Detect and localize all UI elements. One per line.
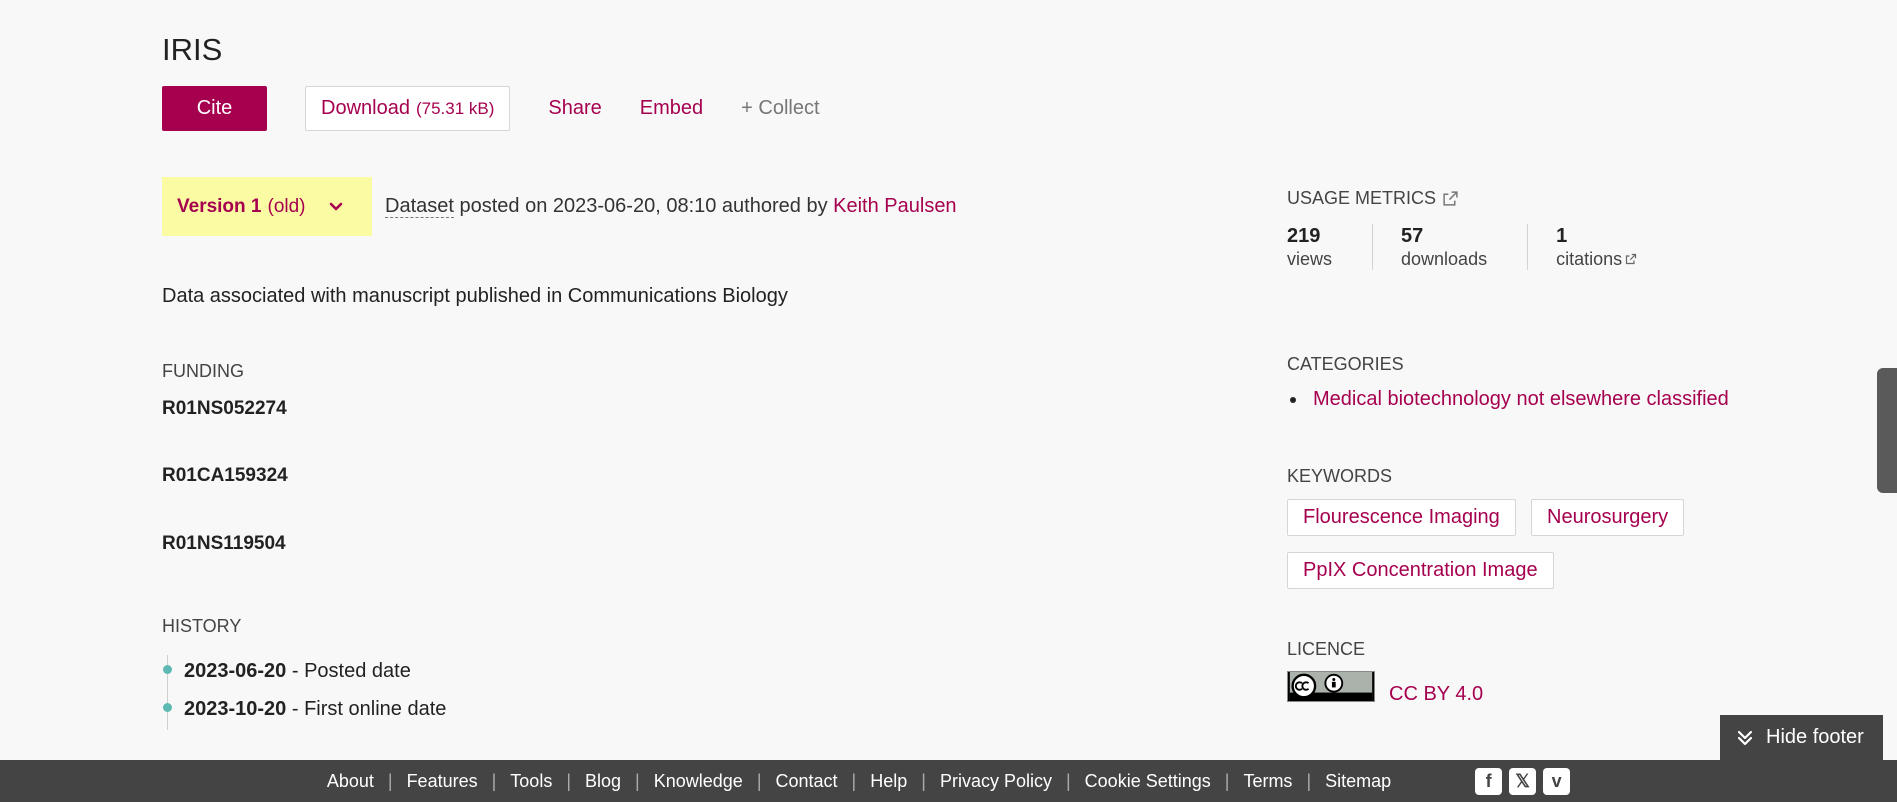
posted-info: Dataset posted on 2023-06-20, 08:10 auth… <box>385 195 957 218</box>
download-size: (75.31 kB) <box>415 98 495 118</box>
separator: | <box>566 770 572 791</box>
separator: | <box>1224 770 1230 791</box>
chevron-down-icon <box>329 202 342 210</box>
cc-by-badge-icon[interactable] <box>1287 671 1375 702</box>
history-date: 2023-06-20 <box>184 660 287 682</box>
separator: | <box>851 770 857 791</box>
history-item: 2023-06-20 - Posted date <box>184 660 411 683</box>
separator: | <box>387 770 393 791</box>
category-link[interactable]: Medical biotechnology not elsewhere clas… <box>1313 388 1729 411</box>
category-item: Medical biotechnology not elsewhere clas… <box>1287 388 1729 411</box>
page-title: IRIS <box>162 32 223 67</box>
history-text: - Posted date <box>291 660 411 682</box>
hide-footer-button[interactable]: Hide footer <box>1720 715 1883 760</box>
history-dot <box>163 665 172 674</box>
metric-citations[interactable]: 1 citations <box>1527 224 1677 270</box>
footer-link-contact[interactable]: Contact <box>776 771 838 792</box>
footer-link-about[interactable]: About <box>327 771 374 792</box>
download-label: Download <box>321 97 410 119</box>
collect-link[interactable]: + Collect <box>741 97 819 120</box>
cite-button[interactable]: Cite <box>162 86 267 131</box>
separator: | <box>1306 770 1312 791</box>
keyword-tag[interactable]: Flourescence Imaging <box>1287 499 1516 536</box>
usage-metrics-label: USAGE METRICS <box>1287 188 1437 208</box>
separator: | <box>756 770 762 791</box>
metric-value: 57 <box>1401 225 1424 247</box>
metric-label-wrap: citations <box>1556 248 1637 270</box>
embed-link[interactable]: Embed <box>640 97 703 120</box>
item-type: Dataset <box>385 195 454 218</box>
history-dot <box>163 703 172 712</box>
action-bar: Cite Download (75.31 kB) Share Embed + C… <box>162 86 820 131</box>
funding-item: R01NS052274 <box>162 398 287 419</box>
metric-views: 219 views <box>1287 224 1372 270</box>
external-link-icon <box>1626 253 1637 265</box>
version-dropdown[interactable]: Version 1 (old) <box>162 177 372 236</box>
metric-downloads: 57 downloads <box>1372 224 1527 270</box>
separator: | <box>1065 770 1071 791</box>
footer-link-cookie-settings[interactable]: Cookie Settings <box>1085 771 1211 792</box>
funding-item: R01CA159324 <box>162 465 288 486</box>
history-heading: HISTORY <box>162 616 242 636</box>
social-links: f 𝕏 v <box>1475 767 1571 795</box>
licence-link[interactable]: CC BY 4.0 <box>1389 683 1483 706</box>
hide-footer-label: Hide footer <box>1766 726 1864 748</box>
description: Data associated with manuscript publishe… <box>162 285 788 307</box>
history-date: 2023-10-20 <box>184 698 287 720</box>
footer-link-knowledge[interactable]: Knowledge <box>654 771 743 792</box>
history-item: 2023-10-20 - First online date <box>184 698 446 721</box>
page: IRIS Cite Download (75.31 kB) Share Embe… <box>0 0 1897 802</box>
download-button[interactable]: Download (75.31 kB) <box>305 86 511 131</box>
vimeo-icon[interactable]: v <box>1543 767 1571 795</box>
footer-link-privacy[interactable]: Privacy Policy <box>940 771 1052 792</box>
author-link[interactable]: Keith Paulsen <box>833 195 956 217</box>
footer-link-terms[interactable]: Terms <box>1243 771 1292 792</box>
footer-link-blog[interactable]: Blog <box>585 771 621 792</box>
side-feedback-tab[interactable] <box>1877 368 1897 493</box>
external-link-icon <box>1443 191 1458 206</box>
metric-value: 1 <box>1556 225 1568 247</box>
usage-metrics: 219 views 57 downloads 1 citations <box>1287 224 1677 270</box>
keywords-heading: KEYWORDS <box>1287 466 1393 486</box>
metric-label: views <box>1287 249 1333 269</box>
version-status: (old) <box>267 195 306 217</box>
version-label: Version 1 <box>177 195 262 217</box>
footer: About | Features | Tools | Blog | Knowle… <box>0 760 1897 802</box>
metric-label: citations <box>1556 249 1623 269</box>
share-link[interactable]: Share <box>548 97 601 120</box>
bullet <box>1290 396 1296 403</box>
footer-link-features[interactable]: Features <box>407 771 478 792</box>
footer-link-help[interactable]: Help <box>870 771 907 792</box>
x-icon[interactable]: 𝕏 <box>1509 767 1537 795</box>
licence-heading: LICENCE <box>1287 639 1366 659</box>
funding-heading: FUNDING <box>162 361 244 381</box>
keyword-tag[interactable]: Neurosurgery <box>1531 499 1685 536</box>
separator: | <box>921 770 926 791</box>
usage-metrics-heading[interactable]: USAGE METRICS <box>1287 188 1459 209</box>
funding-item: R01NS119504 <box>162 533 286 554</box>
footer-link-sitemap[interactable]: Sitemap <box>1325 771 1391 792</box>
posted-text: posted on 2023-06-20, 08:10 authored by <box>459 195 828 217</box>
facebook-icon[interactable]: f <box>1475 767 1503 795</box>
double-chevron-down-icon <box>1737 730 1753 745</box>
history-text: - First online date <box>291 698 447 720</box>
keyword-tag[interactable]: PpIX Concentration Image <box>1287 552 1554 589</box>
metric-label: downloads <box>1401 249 1488 269</box>
separator: | <box>635 770 640 791</box>
footer-link-tools[interactable]: Tools <box>510 771 552 792</box>
metric-value: 219 <box>1287 225 1321 247</box>
separator: | <box>491 770 497 791</box>
categories-heading: CATEGORIES <box>1287 354 1404 374</box>
